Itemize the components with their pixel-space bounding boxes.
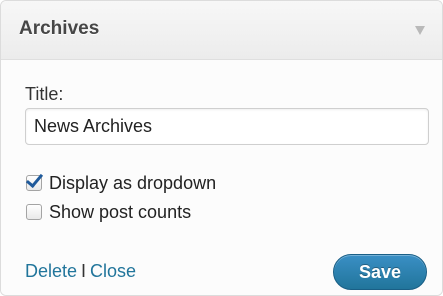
delete-link[interactable]: Delete bbox=[25, 261, 77, 281]
show-post-counts-option[interactable]: Show post counts bbox=[26, 201, 191, 223]
display-dropdown-option[interactable]: Display as dropdown bbox=[25, 169, 217, 194]
widget-header[interactable]: Archives bbox=[1, 1, 442, 60]
archives-widget: Archives Title: Display as dropdown Show… bbox=[0, 0, 443, 296]
save-button[interactable]: Save bbox=[333, 254, 427, 290]
link-separator: I bbox=[81, 261, 87, 281]
show-post-counts-checkbox[interactable] bbox=[26, 204, 42, 220]
show-post-counts-label: Show post counts bbox=[49, 201, 192, 222]
collapse-arrow-icon[interactable] bbox=[415, 26, 425, 35]
title-label: Title: bbox=[25, 84, 64, 104]
display-dropdown-checkbox[interactable] bbox=[25, 169, 44, 191]
title-input[interactable] bbox=[25, 108, 429, 145]
footer-links: Delete I Close bbox=[25, 261, 136, 282]
widget-body: Title: Display as dropdown Show post cou… bbox=[1, 60, 442, 295]
checkmark-icon bbox=[25, 169, 44, 189]
display-dropdown-label: Display as dropdown bbox=[49, 172, 217, 193]
close-link[interactable]: Close bbox=[90, 261, 136, 281]
widget-title: Archives bbox=[19, 18, 100, 39]
